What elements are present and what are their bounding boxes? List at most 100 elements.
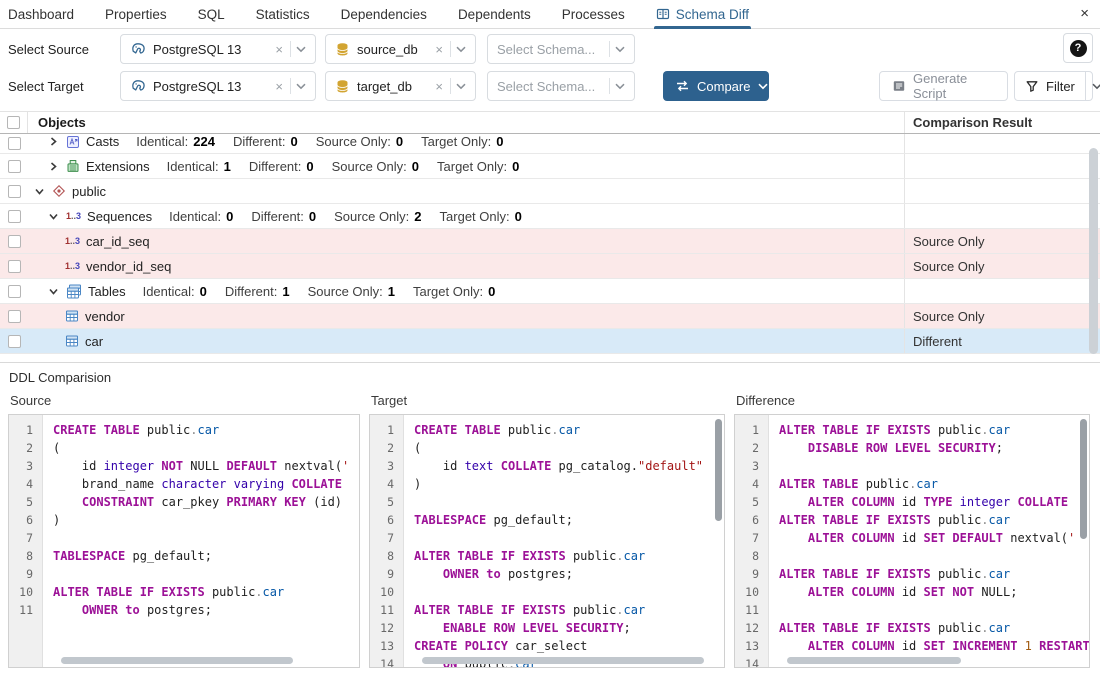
source-database-select[interactable]: source_db × bbox=[325, 34, 476, 64]
filter-button-label: Filter bbox=[1046, 79, 1075, 94]
ddl-column-difference: Difference 1234567891011121314ALTER TABLE… bbox=[734, 393, 1090, 668]
horizontal-scrollbar-thumb[interactable] bbox=[61, 657, 293, 664]
comparison-result-cell bbox=[904, 134, 1100, 153]
ddl-source-label: Source bbox=[10, 393, 360, 408]
source-database-chevron-down-icon[interactable] bbox=[453, 46, 469, 53]
compare-button[interactable]: Compare bbox=[663, 71, 769, 101]
clear-target-database-icon[interactable]: × bbox=[430, 79, 448, 94]
source-schema-chevron-down-icon[interactable] bbox=[612, 46, 628, 53]
chevron-right-icon[interactable] bbox=[48, 136, 60, 147]
target-database-select[interactable]: target_db × bbox=[325, 71, 476, 101]
stat-source-only: Source Only:0 bbox=[332, 159, 419, 174]
stat-source-only: Source Only:0 bbox=[316, 134, 403, 149]
source-server-chevron-down-icon[interactable] bbox=[293, 46, 309, 53]
tab-dependents[interactable]: Dependents bbox=[458, 0, 531, 29]
vertical-scrollbar-thumb[interactable] bbox=[715, 419, 722, 521]
ddl-source-editor[interactable]: 1234567891011CREATE TABLE public.car( id… bbox=[8, 414, 360, 668]
select-all-checkbox[interactable] bbox=[7, 116, 20, 129]
ddl-difference-label: Difference bbox=[736, 393, 1090, 408]
row-checkbox[interactable] bbox=[8, 235, 21, 248]
comparison-result-cell: Source Only bbox=[904, 229, 1100, 253]
row-checkbox[interactable] bbox=[8, 185, 21, 198]
tree-row-car[interactable]: carDifferent bbox=[0, 329, 1100, 354]
row-checkbox[interactable] bbox=[8, 310, 21, 323]
clear-source-server-icon[interactable]: × bbox=[270, 42, 288, 57]
tree-row-car-id-seq[interactable]: 1..3car_id_seqSource Only bbox=[0, 229, 1100, 254]
tab-statistics[interactable]: Statistics bbox=[256, 0, 310, 29]
filter-button[interactable]: Filter bbox=[1014, 71, 1093, 101]
target-server-chevron-down-icon[interactable] bbox=[293, 83, 309, 90]
help-button[interactable]: ? bbox=[1063, 33, 1093, 63]
ddl-target-editor[interactable]: 1234567891011121314CREATE TABLE public.c… bbox=[369, 414, 725, 668]
target-schema-select[interactable]: Select Schema... bbox=[487, 71, 635, 101]
comparison-result-cell: Source Only bbox=[904, 254, 1100, 278]
tab-properties[interactable]: Properties bbox=[105, 0, 167, 29]
generate-script-button[interactable]: Generate Script bbox=[879, 71, 1008, 101]
objects-column-header: Objects bbox=[28, 115, 904, 130]
row-checkbox[interactable] bbox=[8, 137, 21, 150]
stat-identical: Identical:224 bbox=[136, 134, 215, 149]
tab-dashboard[interactable]: Dashboard bbox=[8, 0, 74, 29]
row-stats: Identical:1Different:0Source Only:0Targe… bbox=[167, 159, 520, 174]
tab-sql[interactable]: SQL bbox=[198, 0, 225, 29]
stat-identical: Identical:1 bbox=[167, 159, 231, 174]
source-database-value: source_db bbox=[357, 42, 430, 57]
target-server-value: PostgreSQL 13 bbox=[153, 79, 270, 94]
tree-row-vendor[interactable]: vendorSource Only bbox=[0, 304, 1100, 329]
database-icon bbox=[335, 42, 350, 57]
ddl-difference-editor[interactable]: 1234567891011121314ALTER TABLE IF EXISTS… bbox=[734, 414, 1090, 668]
stat-different: Different:0 bbox=[249, 159, 314, 174]
tree-row-label: Tables bbox=[88, 284, 126, 299]
source-schema-select[interactable]: Select Schema... bbox=[487, 34, 635, 64]
script-icon bbox=[892, 79, 906, 93]
source-server-select[interactable]: PostgreSQL 13 × bbox=[120, 34, 316, 64]
close-panel-icon[interactable]: × bbox=[1080, 6, 1089, 21]
clear-source-database-icon[interactable]: × bbox=[430, 42, 448, 57]
tab-schema-diff[interactable]: Schema Diff bbox=[656, 0, 749, 29]
target-database-value: target_db bbox=[357, 79, 430, 94]
tree-row-public[interactable]: public bbox=[0, 179, 1100, 204]
row-checkbox[interactable] bbox=[8, 210, 21, 223]
filter-chevron-down-icon[interactable] bbox=[1085, 72, 1100, 100]
row-stats: Identical:224Different:0Source Only:0Tar… bbox=[136, 134, 503, 149]
comparison-result-cell bbox=[904, 279, 1100, 303]
tree-row-vendor-id-seq[interactable]: 1..3vendor_id_seqSource Only bbox=[0, 254, 1100, 279]
grid-vertical-scrollbar-thumb[interactable] bbox=[1089, 148, 1098, 354]
row-checkbox[interactable] bbox=[8, 160, 21, 173]
horizontal-scrollbar-thumb[interactable] bbox=[787, 657, 961, 664]
vertical-scrollbar-thumb[interactable] bbox=[1080, 419, 1087, 539]
tree-row-extensions[interactable]: ExtensionsIdentical:1Different:0Source O… bbox=[0, 154, 1100, 179]
compare-arrows-icon bbox=[675, 80, 690, 92]
stat-source-only: Source Only:1 bbox=[308, 284, 395, 299]
horizontal-scrollbar-thumb[interactable] bbox=[422, 657, 704, 664]
tree-row-label: Casts bbox=[86, 134, 119, 149]
tree-row-label: public bbox=[72, 184, 106, 199]
compare-chevron-down-icon[interactable] bbox=[750, 83, 776, 90]
comparison-result-cell bbox=[904, 179, 1100, 203]
sequence-icon: 1..3 bbox=[65, 262, 80, 271]
table-icon bbox=[65, 309, 79, 323]
tab-dependencies[interactable]: Dependencies bbox=[341, 0, 427, 29]
tables-collection-icon bbox=[66, 284, 82, 299]
tree-row-casts[interactable]: Casts Identical:224Different:0Source Only… bbox=[0, 134, 1100, 154]
filter-button-main[interactable]: Filter bbox=[1015, 72, 1085, 100]
tree-row-sequences[interactable]: 1..3SequencesIdentical:0Different:0Sourc… bbox=[0, 204, 1100, 229]
clear-target-server-icon[interactable]: × bbox=[270, 79, 288, 94]
chevron-down-icon[interactable] bbox=[48, 286, 60, 297]
chevron-right-icon[interactable] bbox=[48, 161, 60, 172]
row-checkbox[interactable] bbox=[8, 335, 21, 348]
chevron-down-icon[interactable] bbox=[48, 211, 60, 222]
chevron-down-icon[interactable] bbox=[34, 186, 46, 197]
grid-vertical-scrollbar bbox=[1089, 136, 1098, 358]
grid-body: CastsIdentical:224Different:0Source Only… bbox=[0, 134, 1100, 354]
target-schema-chevron-down-icon[interactable] bbox=[612, 83, 628, 90]
tab-processes[interactable]: Processes bbox=[562, 0, 625, 29]
row-checkbox[interactable] bbox=[8, 285, 21, 298]
row-checkbox[interactable] bbox=[8, 260, 21, 273]
target-database-chevron-down-icon[interactable] bbox=[453, 83, 469, 90]
ddl-comparison-title: DDL Comparision bbox=[0, 363, 1100, 385]
help-icon: ? bbox=[1070, 40, 1087, 57]
source-server-value: PostgreSQL 13 bbox=[153, 42, 270, 57]
target-server-select[interactable]: PostgreSQL 13 × bbox=[120, 71, 316, 101]
tree-row-tables[interactable]: TablesIdentical:0Different:1Source Only:… bbox=[0, 279, 1100, 304]
